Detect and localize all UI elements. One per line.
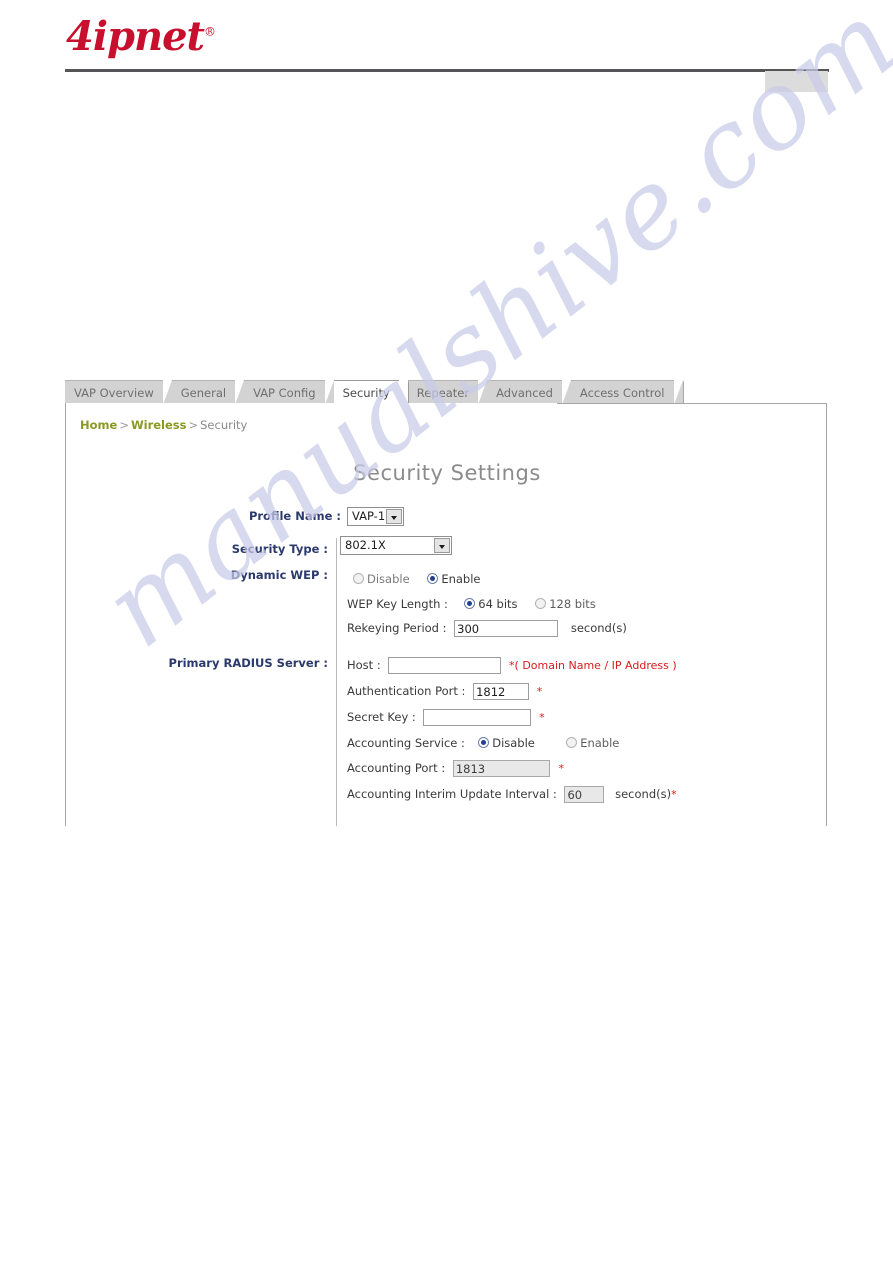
accounting-interim-input[interactable]: [564, 786, 605, 803]
tab-bar: VAP Overview General VAP Config Security…: [65, 379, 684, 405]
tab-label: VAP Config: [253, 386, 316, 400]
brand-logo-text: 4ipnet: [66, 13, 205, 60]
accounting-service-label: Accounting Service :: [347, 736, 465, 750]
profile-name-value: VAP-1: [352, 509, 386, 523]
profile-name-dropdown[interactable]: VAP-1: [347, 507, 404, 526]
security-settings-form: Profile Name : VAP-1 Security Type : 802…: [66, 404, 828, 827]
content-panel: Home > Wireless > Security Security Settings…: [65, 403, 827, 826]
rekeying-period-row: Rekeying Period : second(s): [347, 620, 627, 637]
dynamic-wep-radio-group: Disable Enable: [353, 572, 495, 586]
tab-general[interactable]: General: [171, 380, 246, 405]
header-placeholder-box: [765, 71, 828, 92]
security-type-value: 802.1X: [345, 538, 386, 552]
profile-name-select[interactable]: VAP-1: [347, 507, 404, 526]
accounting-port-row: Accounting Port : *: [347, 760, 564, 777]
brand-logo: 4ipnet®: [66, 17, 216, 57]
tab-security[interactable]: Security: [333, 380, 410, 405]
chevron-down-icon[interactable]: [386, 509, 402, 524]
tab-access-control[interactable]: Access Control: [570, 380, 684, 405]
tab-vap-config[interactable]: VAP Config: [244, 380, 335, 405]
host-row: Host : *( Domain Name / IP Address ): [347, 657, 677, 674]
accounting-service-row: Accounting Service : Disable Enable: [347, 736, 633, 750]
authentication-port-required: *: [536, 685, 543, 698]
host-input[interactable]: [388, 657, 502, 674]
security-type-dropdown[interactable]: 802.1X: [340, 536, 452, 555]
tab-label: VAP Overview: [74, 386, 154, 400]
host-hint: *( Domain Name / IP Address ): [509, 659, 677, 672]
security-type-label: Security Type :: [231, 542, 328, 556]
authentication-port-row: Authentication Port : *: [347, 683, 542, 700]
tab-label: Advanced: [496, 386, 553, 400]
secret-key-row: Secret Key : *: [347, 709, 545, 726]
radio-selected-icon[interactable]: [478, 737, 490, 748]
rekeying-period-input[interactable]: [454, 620, 559, 637]
rekeying-period-label: Rekeying Period :: [347, 621, 447, 635]
accounting-port-required: *: [558, 762, 565, 775]
secret-key-input[interactable]: [423, 709, 532, 726]
rekeying-period-unit: second(s): [570, 621, 627, 635]
wep-key-128-option[interactable]: 128 bits: [535, 597, 596, 611]
page-header: 4ipnet®: [0, 0, 893, 100]
primary-radius-server-label: Primary RADIUS Server :: [168, 656, 328, 670]
dynamic-wep-enable-option[interactable]: Enable: [427, 572, 481, 586]
tab-vap-overview[interactable]: VAP Overview: [65, 380, 173, 405]
tab-label: Security: [342, 386, 390, 400]
host-label: Host :: [347, 658, 381, 672]
radio-unselected-icon[interactable]: [566, 737, 578, 748]
secret-key-required: *: [539, 711, 545, 724]
wep-key-length-label: WEP Key Length :: [347, 597, 448, 611]
accounting-interim-unit: second(s): [615, 787, 672, 801]
radio-selected-icon[interactable]: [427, 573, 439, 584]
authentication-port-label: Authentication Port :: [347, 684, 466, 698]
dynamic-wep-label: Dynamic WEP :: [230, 568, 328, 582]
tab-label: Repeater: [416, 386, 470, 400]
tab-label: General: [180, 386, 227, 400]
tab-advanced[interactable]: Advanced: [487, 380, 572, 405]
wep-key-64-option[interactable]: 64 bits: [464, 597, 518, 611]
accounting-port-input[interactable]: [452, 760, 550, 777]
tab-label: Access Control: [579, 386, 665, 400]
radio-unselected-icon[interactable]: [535, 598, 547, 609]
wep-key-length-row: WEP Key Length : 64 bits 128 bits: [347, 597, 610, 611]
registered-trademark-icon: ®: [204, 24, 216, 39]
form-column-divider: [336, 538, 337, 826]
secret-key-label: Secret Key :: [347, 710, 416, 724]
dynamic-wep-disable-option[interactable]: Disable: [353, 572, 410, 586]
tab-repeater[interactable]: Repeater: [407, 380, 489, 405]
accounting-interim-required: *: [671, 788, 677, 801]
radio-unselected-icon[interactable]: [353, 573, 364, 584]
accounting-service-disable-option[interactable]: Disable: [478, 736, 535, 750]
accounting-service-enable-option[interactable]: Enable: [566, 736, 619, 750]
radio-selected-icon[interactable]: [464, 598, 476, 609]
header-divider: [65, 69, 829, 72]
accounting-interim-label: Accounting Interim Update Interval :: [347, 787, 557, 801]
accounting-port-label: Accounting Port :: [347, 761, 446, 775]
accounting-interim-row: Accounting Interim Update Interval : sec…: [347, 786, 677, 803]
chevron-down-icon[interactable]: [434, 538, 450, 553]
authentication-port-input[interactable]: [473, 683, 530, 700]
security-type-select[interactable]: 802.1X: [340, 536, 452, 555]
profile-name-label: Profile Name :: [248, 509, 341, 523]
